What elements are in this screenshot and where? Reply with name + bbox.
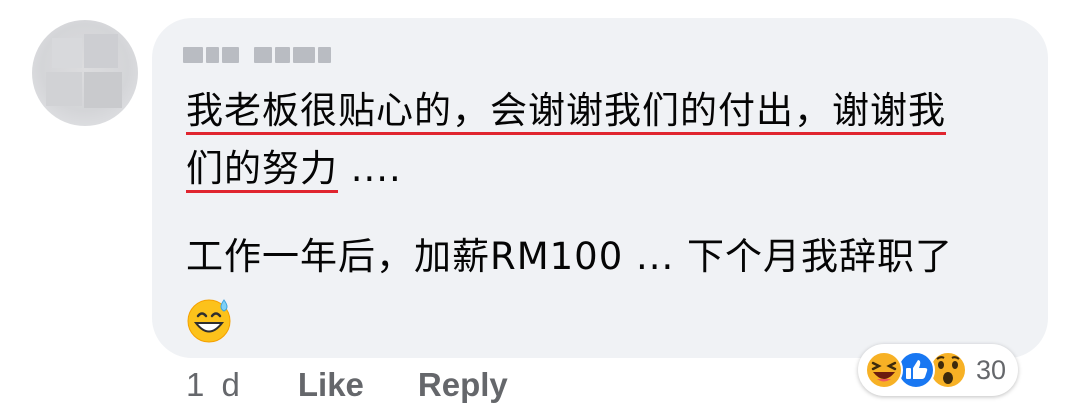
- comment-text-line-3: 工作一年后，加薪RM100 ... 下个月我辞职了: [186, 235, 954, 278]
- comment-actions: 1 d Like Reply: [186, 366, 508, 404]
- comment-text-line-1: 我老板很贴心的，会谢谢我们的付出，谢谢我: [186, 89, 946, 132]
- grinning-face-with-sweat-icon: [187, 299, 231, 343]
- comment-text: 我老板很贴心的，会谢谢我们的付出，谢谢我 们的努力 .... 工作一年后，加薪R…: [186, 82, 1006, 286]
- comment-text-line-2-rest: ....: [338, 147, 402, 190]
- laughing-face-icon: [865, 351, 903, 389]
- reaction-count: 30: [976, 354, 1007, 385]
- reply-button[interactable]: Reply: [418, 366, 508, 404]
- like-button[interactable]: Like: [298, 366, 364, 404]
- timestamp[interactable]: 1 d: [186, 366, 244, 404]
- comment-text-line-2-underlined: 们的努力: [186, 147, 338, 190]
- avatar[interactable]: [32, 20, 138, 126]
- author-name[interactable]: [183, 44, 332, 66]
- reaction-summary[interactable]: 30: [858, 344, 1019, 396]
